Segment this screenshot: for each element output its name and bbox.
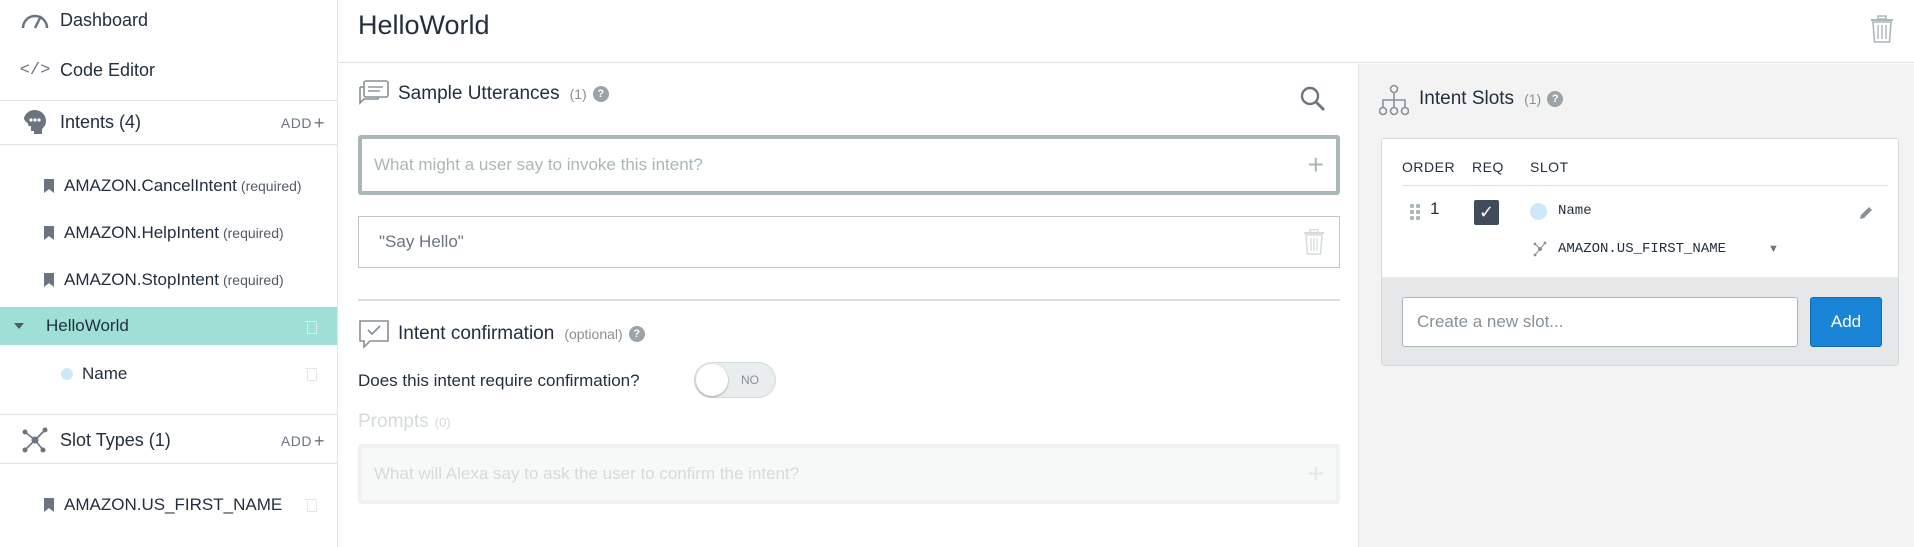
confirmation-toggle[interactable]: NO: [694, 362, 776, 398]
slots-card: ORDER REQ SLOT 1 ✓ Name AMAZON.US_FIRST_…: [1381, 138, 1899, 366]
sidebar-item-slot-types[interactable]: Slot Types (1) ADD +: [0, 418, 337, 462]
toggle-knob: [696, 364, 728, 396]
slot-order: 1: [1430, 199, 1440, 218]
sidebar-item-label: Intents (4): [60, 111, 142, 132]
help-icon[interactable]: ?: [592, 86, 609, 102]
sidebar-item-dashboard[interactable]: Dashboard: [0, 0, 337, 40]
intent-slots-panel: Intent Slots (1) ? ORDER REQ SLOT 1 ✓ Na…: [1358, 64, 1914, 547]
delete-slot-type-icon[interactable]: [305, 497, 317, 512]
delete-utterance-icon[interactable]: [1303, 228, 1325, 260]
intent-list-item[interactable]: AMAZON.HelpIntent (required): [0, 211, 337, 255]
slot-hierarchy-icon: [1378, 84, 1411, 116]
intent-list-item-active[interactable]: HelloWorld: [0, 307, 337, 345]
confirmation-question: Does this intent require confirmation?: [358, 371, 640, 390]
new-slot-input[interactable]: [1417, 312, 1777, 332]
speech-bubbles-icon: [358, 79, 390, 109]
add-intent-button[interactable]: ADD +: [281, 112, 325, 133]
dashboard-gauge-icon: [20, 5, 50, 35]
column-header-order: ORDER: [1402, 159, 1456, 175]
sidebar-item-code-editor[interactable]: </> Code Editor: [0, 50, 337, 90]
sidebar-item-label: Dashboard: [60, 9, 149, 30]
delete-intent-trash-icon[interactable]: [1870, 15, 1894, 48]
code-icon: </>: [19, 60, 51, 80]
help-icon[interactable]: ?: [1547, 91, 1564, 107]
bookmark-icon: [44, 273, 54, 287]
utterance-row[interactable]: "Say Hello": [358, 216, 1340, 268]
slot-type-network-icon: [1532, 241, 1548, 262]
column-header-slot: SLOT: [1530, 159, 1569, 175]
pencil-edit-icon[interactable]: [1858, 205, 1874, 226]
drag-handle-icon[interactable]: [1410, 204, 1420, 220]
main-content: Sample Utterances (1) ? + "Say Hello" In…: [338, 64, 1358, 547]
header-bar: HelloWorld: [338, 0, 1914, 63]
slot-name[interactable]: Name: [1558, 203, 1592, 219]
intent-confirmation-header: Intent confirmation (optional) ?: [358, 319, 645, 349]
prompt-input: [374, 464, 1274, 484]
plus-icon[interactable]: +: [1308, 151, 1324, 179]
slot-dot-icon: [1530, 203, 1547, 220]
add-slot-button[interactable]: Add: [1810, 297, 1882, 347]
intent-list-item[interactable]: AMAZON.CancelIntent (required): [0, 164, 337, 208]
required-checkbox[interactable]: ✓: [1474, 200, 1499, 225]
sidebar-item-label: Code Editor: [60, 59, 156, 80]
delete-slot-icon[interactable]: [305, 366, 317, 381]
bookmark-icon: [44, 498, 54, 512]
search-icon[interactable]: [1300, 86, 1326, 117]
sidebar-item-label: Slot Types (1): [60, 429, 171, 450]
intent-slots-header: Intent Slots (1) ?: [1378, 84, 1564, 116]
prompts-title: Prompts (0): [358, 411, 451, 432]
slots-table: ORDER REQ SLOT 1 ✓ Name AMAZON.US_FIRST_…: [1382, 139, 1898, 277]
prompt-input-box: +: [358, 444, 1340, 504]
slot-dot-icon: [61, 368, 73, 380]
plus-icon: +: [313, 430, 325, 451]
bookmark-icon: [44, 179, 54, 193]
slot-type-select[interactable]: AMAZON.US_FIRST_NAME: [1558, 241, 1726, 257]
slot-type-list-item[interactable]: AMAZON.US_FIRST_NAME: [0, 483, 337, 527]
bookmark-icon: [44, 226, 54, 240]
sidebar: Dashboard </> Code Editor Intents (4) AD…: [0, 0, 338, 547]
intent-list-item[interactable]: AMAZON.StopIntent (required): [0, 258, 337, 302]
section-divider: [358, 299, 1340, 301]
help-icon[interactable]: ?: [628, 326, 645, 342]
dropdown-caret-icon[interactable]: ▼: [1768, 243, 1779, 255]
new-slot-input-box[interactable]: [1402, 297, 1798, 347]
column-header-req: REQ: [1472, 159, 1504, 175]
utterance-input[interactable]: [374, 155, 1274, 175]
chevron-down-icon[interactable]: [14, 323, 24, 329]
delete-intent-icon[interactable]: [305, 319, 317, 334]
add-slot-type-button[interactable]: ADD +: [281, 430, 325, 451]
intents-chat-head-icon: [20, 107, 50, 137]
plus-icon: +: [313, 112, 325, 133]
slot-list-item[interactable]: Name: [0, 352, 337, 396]
confirm-chat-icon: [358, 319, 390, 349]
sample-utterances-header: Sample Utterances (1) ?: [358, 79, 609, 109]
plus-icon: +: [1307, 458, 1324, 489]
utterance-input-box[interactable]: +: [358, 135, 1340, 195]
slot-types-network-icon: [20, 425, 50, 455]
page-title: HelloWorld: [358, 10, 490, 40]
sidebar-item-intents[interactable]: Intents (4) ADD +: [0, 101, 337, 143]
